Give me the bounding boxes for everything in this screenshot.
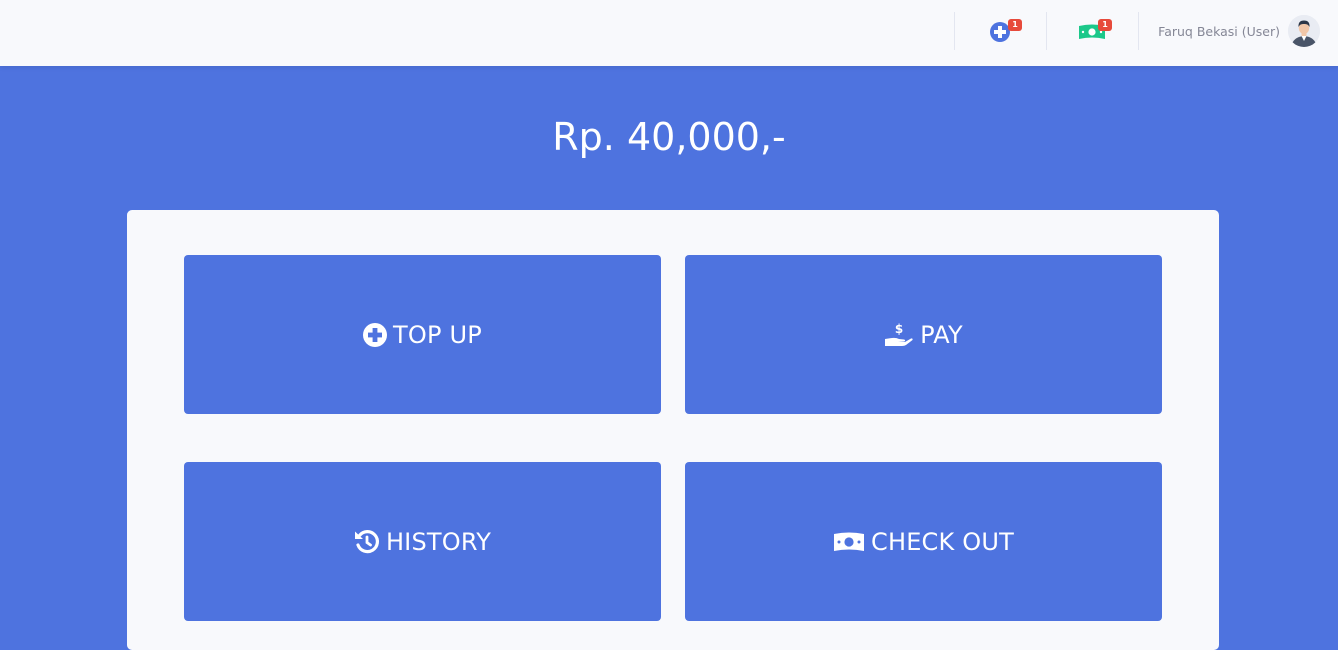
topbar-divider <box>954 12 955 50</box>
topup-alerts-button[interactable]: 1 <box>988 19 1022 46</box>
pay-button[interactable]: $ PAY <box>685 255 1162 414</box>
actions-card: TOP UP $ PAY HISTORY CHECK OUT <box>127 210 1219 650</box>
user-name: Faruq Bekasi (User) <box>1158 23 1280 39</box>
cash-alerts-badge: 1 <box>1098 19 1112 31</box>
topbar-divider <box>1046 12 1047 50</box>
cash-alerts-button[interactable]: 1 <box>1078 19 1112 44</box>
history-button[interactable]: HISTORY <box>184 462 661 621</box>
topup-alerts-badge: 1 <box>1008 19 1022 31</box>
hand-holding-usd-icon: $ <box>884 322 914 348</box>
history-icon <box>354 529 380 555</box>
svg-text:$: $ <box>895 322 903 336</box>
topup-label: TOP UP <box>393 320 482 349</box>
topup-button[interactable]: TOP UP <box>184 255 661 414</box>
topbar: 1 1 Faruq Bekasi (User) <box>0 0 1338 66</box>
pay-label: PAY <box>920 320 963 349</box>
wallet-balance: Rp. 40,000,- <box>552 115 786 159</box>
checkout-button[interactable]: CHECK OUT <box>685 462 1162 621</box>
user-menu[interactable]: Faruq Bekasi (User) <box>1158 14 1320 48</box>
checkout-label: CHECK OUT <box>870 527 1014 556</box>
user-avatar <box>1288 15 1320 47</box>
topbar-divider <box>1138 12 1139 50</box>
plus-circle-icon <box>363 322 388 347</box>
money-bill-icon <box>833 531 865 553</box>
history-label: HISTORY <box>385 527 492 556</box>
plus-circle-icon <box>990 22 1010 46</box>
